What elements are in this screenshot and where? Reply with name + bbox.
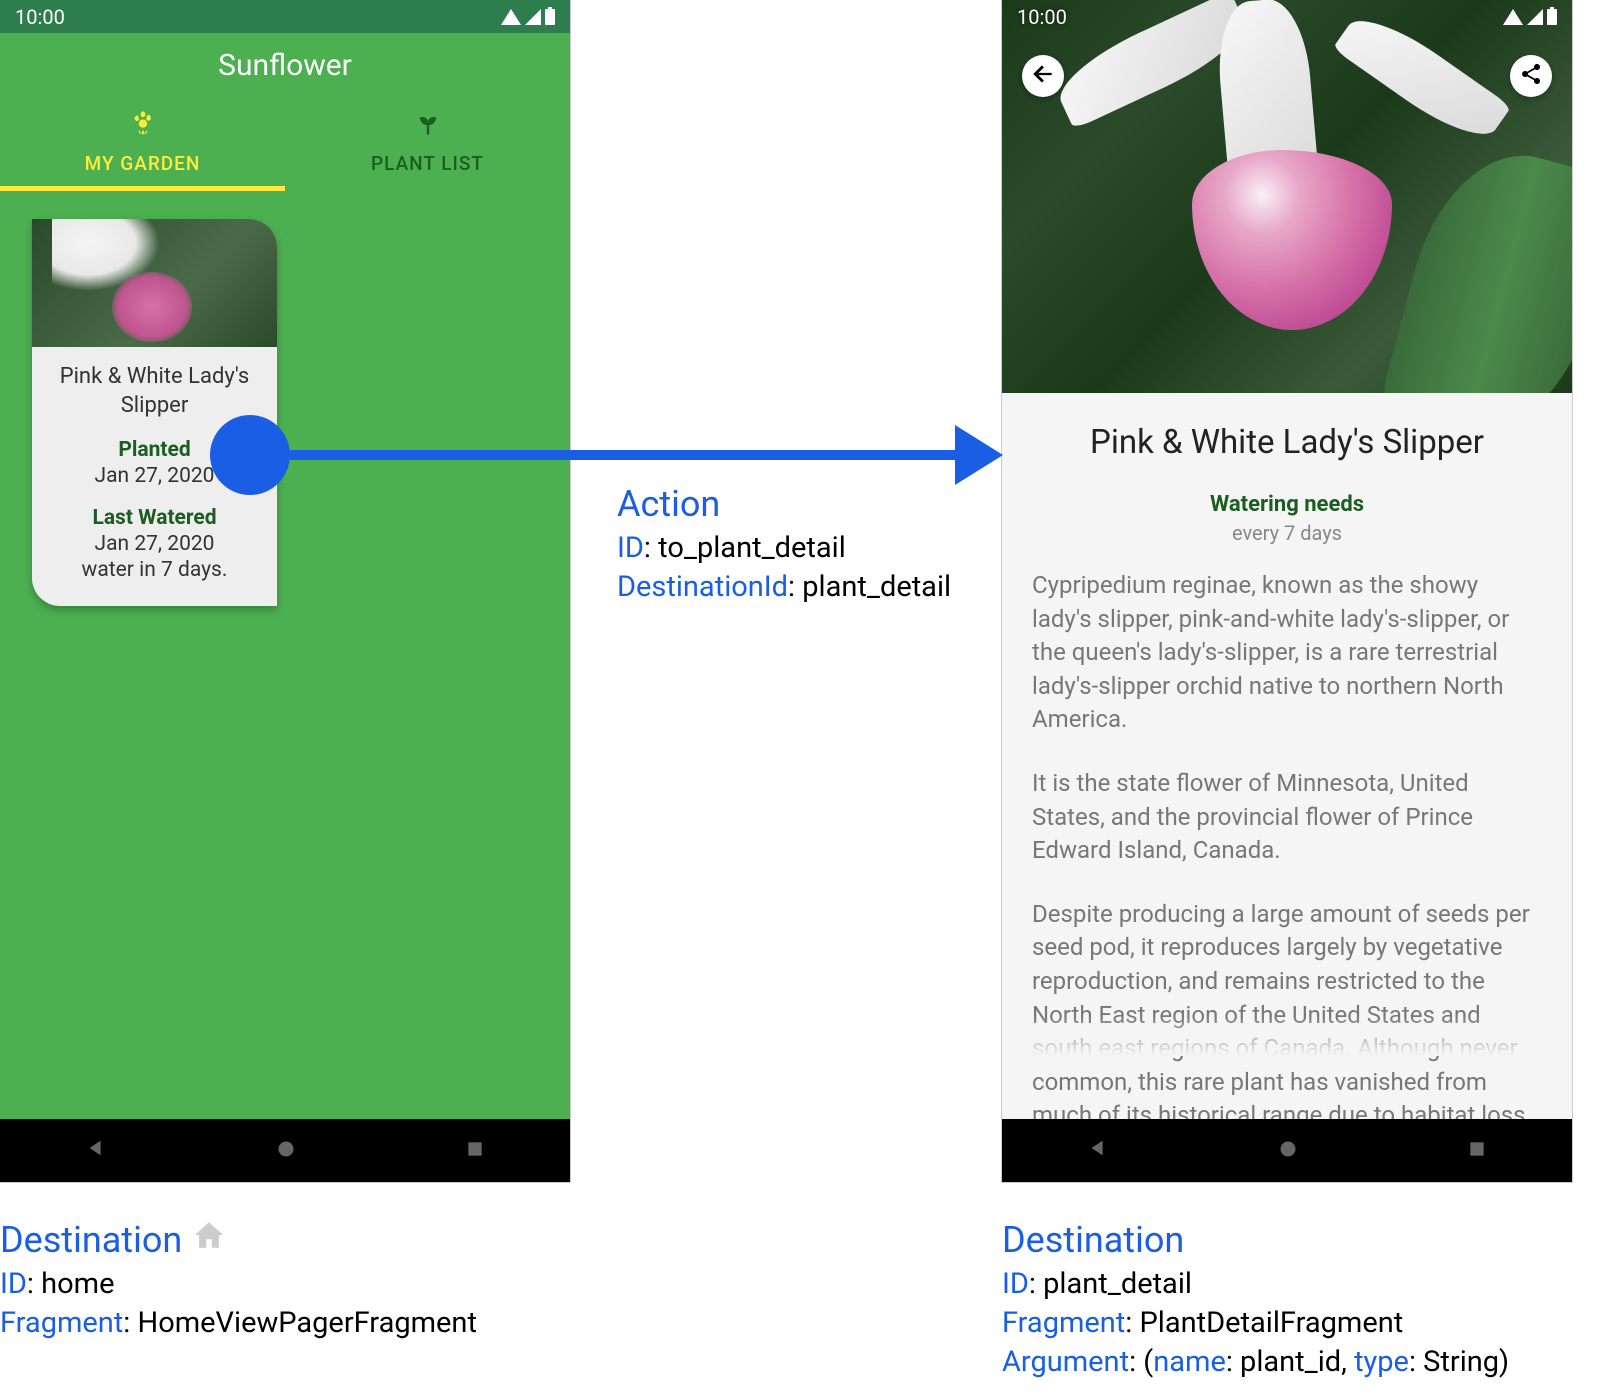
nav-home-icon[interactable] <box>1278 1137 1298 1165</box>
detail-plant-name: Pink & White Lady's Slipper <box>1032 423 1542 462</box>
nav-back-icon[interactable] <box>85 1137 107 1165</box>
home-icon <box>192 1216 226 1265</box>
dest-id-value: plant_detail <box>1043 1267 1192 1301</box>
wifi-icon <box>501 9 521 25</box>
battery-icon <box>1547 9 1557 25</box>
destination-left-annotation: Destination ID: home Fragment: HomeViewP… <box>0 1216 477 1343</box>
watered-note: water in 7 days. <box>46 558 263 582</box>
watering-section: Watering needs every 7 days <box>1032 492 1542 545</box>
status-icons <box>501 9 555 25</box>
detail-content: Pink & White Lady's Slipper Watering nee… <box>1002 0 1572 1119</box>
plant-card[interactable]: Pink & White Lady's Slipper Planted Jan … <box>32 219 277 606</box>
description-paragraph: It is the state flower of Minnesota, Uni… <box>1032 767 1542 868</box>
action-id-value: to_plant_detail <box>658 531 846 565</box>
nav-back-icon[interactable] <box>1087 1137 1109 1165</box>
dest-fragment-value: PlantDetailFragment <box>1140 1306 1404 1340</box>
destination-heading: Destination <box>1002 1216 1184 1265</box>
arg-name-key: name <box>1153 1345 1226 1379</box>
battery-icon <box>545 9 555 25</box>
watering-value: every 7 days <box>1032 521 1542 545</box>
dest-fragment-value: HomeViewPagerFragment <box>138 1306 477 1340</box>
flower-icon <box>129 109 157 144</box>
tab-bar: MY GARDEN PLANT LIST <box>0 98 570 191</box>
dest-id-label: ID <box>0 1267 27 1301</box>
action-id-label: ID <box>617 531 644 565</box>
dest-id-label: ID <box>1002 1267 1029 1301</box>
status-time: 10:00 <box>15 5 65 29</box>
sprout-icon <box>414 109 442 144</box>
status-time: 10:00 <box>1017 5 1067 29</box>
watered-date: Jan 27, 2020 <box>46 532 263 556</box>
nav-recent-icon[interactable] <box>1467 1137 1487 1165</box>
system-nav-bar <box>0 1119 570 1182</box>
plant-thumbnail <box>32 219 277 347</box>
tab-label: MY GARDEN <box>85 152 201 175</box>
plant-description: Cypripedium reginae, known as the showy … <box>1032 569 1542 1167</box>
watering-header: Watering needs <box>1032 492 1542 517</box>
destination-right-annotation: Destination ID: plant_detail Fragment: P… <box>1002 1216 1509 1382</box>
tab-label: PLANT LIST <box>371 152 484 175</box>
back-button[interactable] <box>1022 55 1064 97</box>
arg-name-value: plant_id <box>1240 1345 1341 1379</box>
share-button[interactable] <box>1510 55 1552 97</box>
tab-plant-list[interactable]: PLANT LIST <box>285 98 570 191</box>
dest-fragment-label: Fragment <box>0 1306 123 1340</box>
destination-heading: Destination <box>0 1216 226 1265</box>
touch-indicator <box>210 415 290 495</box>
navigation-arrow <box>250 450 965 460</box>
phone-detail-screen: 10:00 Pink & White Lady's Slipper Wateri… <box>1002 0 1572 1182</box>
signal-icon <box>525 9 541 25</box>
action-heading: Action <box>617 480 720 529</box>
status-bar: 10:00 <box>1002 0 1572 33</box>
signal-icon <box>1527 9 1543 25</box>
status-bar: 10:00 <box>0 0 570 33</box>
system-nav-bar <box>1002 1119 1572 1182</box>
wifi-icon <box>1503 9 1523 25</box>
action-dest-value: plant_detail <box>802 570 951 604</box>
plant-name: Pink & White Lady's Slipper <box>46 363 263 420</box>
arrow-left-icon <box>1030 61 1056 91</box>
app-title: Sunflower <box>0 33 570 98</box>
share-icon <box>1519 62 1543 90</box>
phone-home-screen: 10:00 Sunflower MY GARDEN PLANT LIST Pin… <box>0 0 570 1182</box>
text-fade <box>1002 1016 1572 1056</box>
dest-argument-label: Argument <box>1002 1345 1129 1379</box>
description-paragraph: Cypripedium reginae, known as the showy … <box>1032 569 1542 737</box>
dest-id-value: home <box>41 1267 114 1301</box>
action-annotation: Action ID: to_plant_detail DestinationId… <box>617 480 951 607</box>
watered-label: Last Watered <box>46 506 263 530</box>
nav-home-icon[interactable] <box>276 1137 296 1165</box>
arg-type-key: type <box>1354 1345 1409 1379</box>
action-dest-label: DestinationId <box>617 570 788 604</box>
garden-content: Pink & White Lady's Slipper Planted Jan … <box>0 191 570 1119</box>
plant-hero-image <box>1002 0 1572 393</box>
dest-fragment-label: Fragment <box>1002 1306 1125 1340</box>
navigation-arrow-head <box>955 425 1003 485</box>
nav-recent-icon[interactable] <box>465 1137 485 1165</box>
status-icons <box>1503 9 1557 25</box>
arg-type-value: String <box>1423 1345 1499 1379</box>
tab-my-garden[interactable]: MY GARDEN <box>0 98 285 191</box>
